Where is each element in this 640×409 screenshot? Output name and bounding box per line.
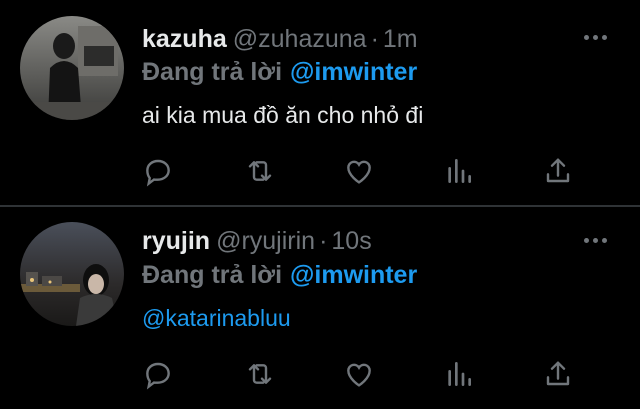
more-options-button[interactable] — [580, 225, 610, 255]
tweet-actions — [142, 155, 582, 191]
replying-to-link[interactable]: @imwinter — [290, 58, 417, 86]
more-options-button[interactable] — [580, 22, 610, 52]
view-stats-button[interactable] — [443, 358, 479, 394]
reply-icon — [146, 362, 170, 390]
separator-dot: · — [319, 227, 328, 255]
more-icon — [583, 237, 589, 243]
heart-icon — [347, 160, 371, 184]
timestamp[interactable]: 1m — [383, 25, 418, 53]
more-icon-dot — [592, 237, 598, 243]
replying-to-label: Đang trả lời — [142, 261, 283, 289]
tweet-actions — [142, 358, 582, 394]
timestamp[interactable]: 10s — [331, 227, 371, 255]
replying-to-label: Đang trả lời — [142, 58, 283, 86]
retweet-button[interactable] — [244, 155, 280, 191]
share-button[interactable] — [542, 358, 578, 394]
retweet-icon — [248, 161, 272, 181]
more-icon-dot — [601, 237, 607, 243]
separator-dot: · — [370, 25, 379, 53]
like-button[interactable] — [343, 358, 379, 394]
more-icon-dot — [601, 34, 607, 40]
tweet-text: @katarinabluu — [142, 304, 291, 332]
tweet-header: ryujin @ryujirin · 10s — [142, 226, 372, 256]
retweet-button[interactable] — [244, 358, 280, 394]
stats-icon — [448, 159, 471, 183]
retweet-icon — [248, 364, 272, 384]
share-icon — [546, 158, 570, 183]
heart-icon — [347, 363, 371, 387]
reply-icon — [146, 159, 170, 187]
reply-button[interactable] — [142, 155, 178, 191]
replying-to: Đang trả lời @imwinter — [142, 260, 417, 290]
tweet[interactable]: ryujin @ryujirin · 10s Đang trả lời @imwinte… — [0, 207, 640, 409]
user-handle[interactable]: @ryujirin — [216, 227, 315, 255]
avatar-image — [20, 222, 124, 326]
replying-to: Đang trả lời @imwinter — [142, 57, 417, 87]
mention-link[interactable]: @katarinabluu — [142, 305, 291, 331]
like-button[interactable] — [343, 155, 379, 191]
more-icon-dot — [592, 34, 598, 40]
display-name[interactable]: kazuha — [142, 25, 227, 53]
avatar[interactable] — [20, 16, 124, 120]
display-name[interactable]: ryujin — [142, 227, 210, 255]
more-icon — [583, 34, 589, 40]
share-icon — [546, 361, 570, 386]
view-stats-button[interactable] — [443, 155, 479, 191]
tweet-text: ai kia mua đồ ăn cho nhỏ đi — [142, 102, 424, 128]
stats-icon — [448, 362, 471, 386]
avatar[interactable] — [20, 222, 124, 326]
user-handle[interactable]: @zuhazuna — [233, 25, 367, 53]
tweet[interactable]: kazuha @zuhazuna · 1m Đang trả lời @imwinter… — [0, 0, 640, 206]
tweet-header: kazuha @zuhazuna · 1m — [142, 24, 418, 54]
share-button[interactable] — [542, 155, 578, 191]
reply-button[interactable] — [142, 358, 178, 394]
avatar-image — [20, 16, 124, 120]
replying-to-link[interactable]: @imwinter — [290, 261, 417, 289]
timeline: kazuha @zuhazuna · 1m Đang trả lời @imwinter… — [0, 0, 640, 409]
